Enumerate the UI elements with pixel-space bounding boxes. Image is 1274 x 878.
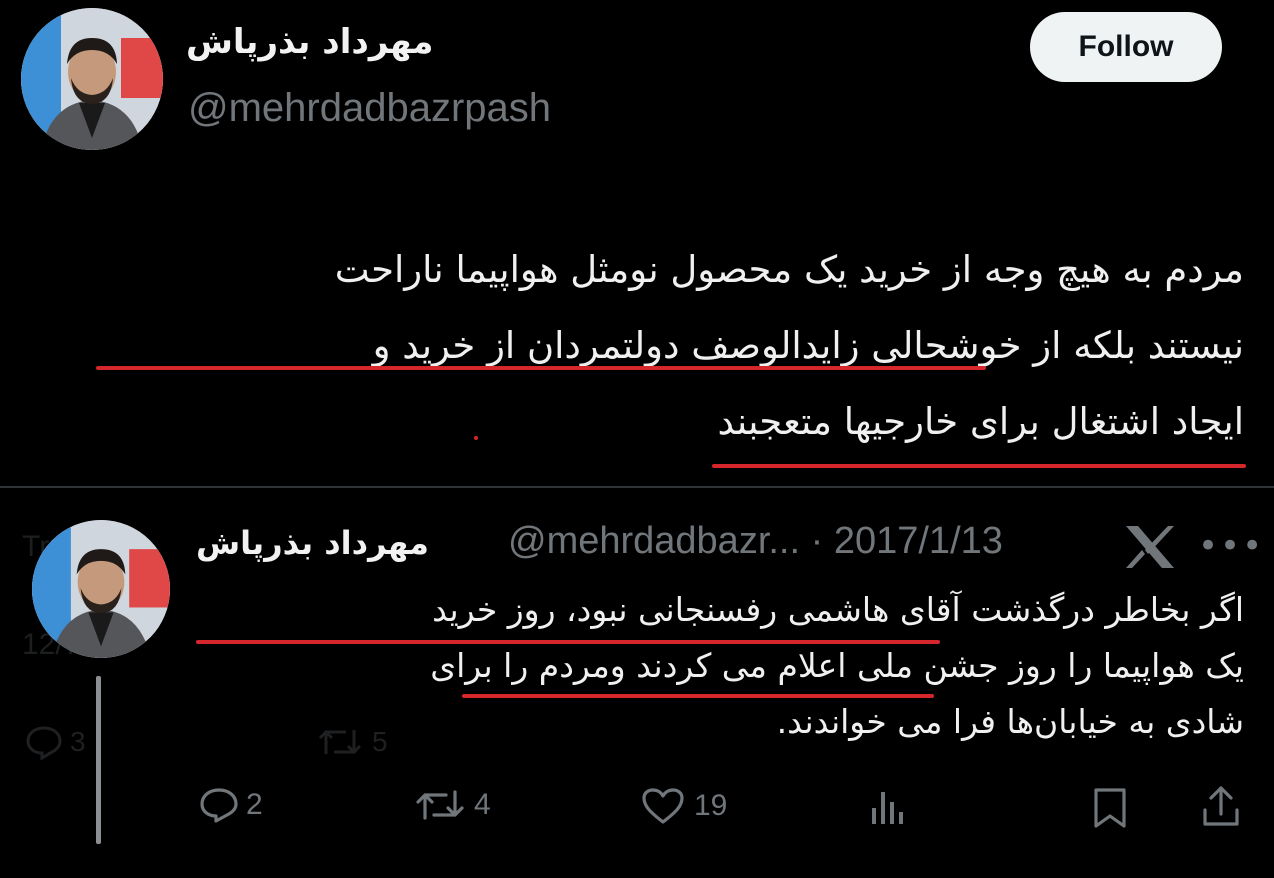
share-icon — [1203, 786, 1239, 826]
ghost-retweet-action: 5 — [316, 724, 388, 760]
author-avatar[interactable] — [21, 8, 163, 150]
ghost-reply-icon — [26, 726, 62, 760]
quoted-author-display-name[interactable]: مهرداد بذرپاش — [196, 524, 429, 562]
ghost-reply-count: 3 — [70, 726, 86, 757]
bookmark-icon — [1094, 788, 1126, 828]
reply-icon — [200, 788, 238, 823]
quoted-author-handle[interactable]: @mehrdadbazr... — [508, 520, 800, 562]
reply-action[interactable]: 2 — [198, 786, 263, 824]
x-logo-icon — [1126, 526, 1174, 568]
like-action[interactable]: 19 — [640, 786, 727, 826]
tweet-text-line: ایجاد اشتغال برای خارجیها متعجبند — [717, 400, 1244, 443]
reply-count: 2 — [246, 788, 263, 821]
ghost-retweet-count: 5 — [372, 726, 388, 757]
author-display-name[interactable]: مهرداد بذرپاش — [186, 22, 433, 62]
tweet-text-line: مردم به هیچ وجه از خرید یک محصول نومثل ه… — [334, 248, 1244, 291]
ghost-retweet-icon — [318, 729, 362, 755]
highlight-underline — [96, 366, 986, 370]
quoted-text-line: اگر بخاطر درگذشت آقای هاشمی رفسنجانی نبو… — [432, 590, 1244, 629]
thread-connector-line — [96, 676, 101, 844]
retweet-count: 4 — [474, 788, 491, 821]
meta-separator: · — [810, 520, 824, 562]
retweet-icon — [416, 790, 464, 820]
ghost-reply-action: 3 — [24, 724, 86, 760]
like-icon — [642, 788, 684, 824]
quoted-author-avatar[interactable] — [32, 520, 170, 658]
follow-button[interactable]: Follow — [1030, 12, 1222, 82]
tweet-text: مردم به هیچ وجه از خرید یک محصول نومثل ه… — [14, 232, 1244, 460]
highlight-underline — [712, 464, 1246, 468]
highlight-dot — [474, 436, 478, 440]
tweet-text-line: نیستند بلکه از خوشحالی زایدالوصف دولتمرد… — [372, 324, 1244, 367]
views-icon — [872, 792, 903, 824]
quoted-text-line: یک هواپیما را روز جشن ملی اعلام می کردند… — [430, 646, 1244, 685]
share-action[interactable] — [1200, 784, 1242, 830]
like-count: 19 — [694, 789, 728, 822]
quoted-tweet-date[interactable]: 2017/1/13 — [834, 520, 1003, 562]
author-handle[interactable]: @mehrdadbazrpash — [188, 86, 551, 131]
retweet-action[interactable]: 4 — [414, 786, 491, 824]
views-action[interactable] — [866, 788, 910, 828]
quoted-tweet-meta: @mehrdadbazr... · 2017/1/13 — [508, 520, 1003, 563]
divider — [0, 486, 1274, 488]
bookmark-action[interactable] — [1090, 786, 1130, 830]
more-icon[interactable]: ••• — [1198, 526, 1264, 566]
